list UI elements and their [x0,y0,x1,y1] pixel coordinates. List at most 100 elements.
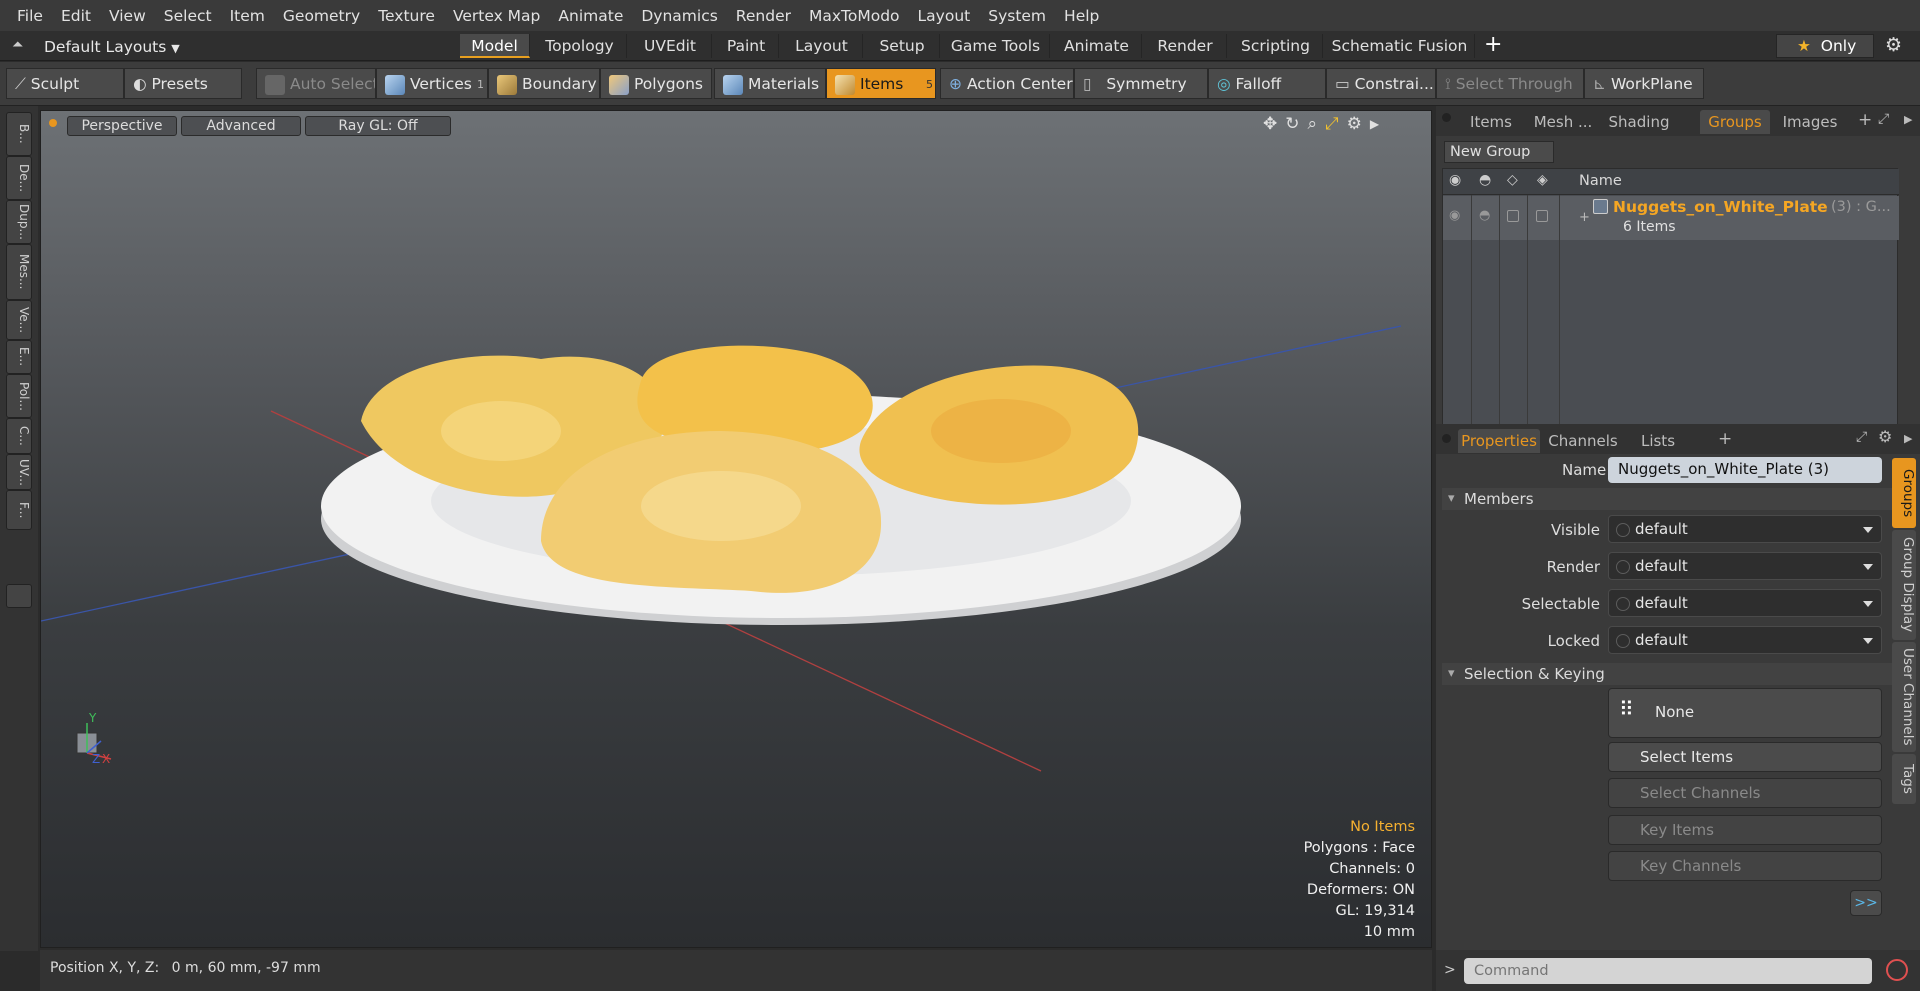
locked-dropdown[interactable]: default [1608,626,1882,654]
tab-groups[interactable]: Groups [1700,110,1770,134]
row-selectable-checkbox[interactable] [1507,210,1519,222]
selectable-dropdown[interactable]: default [1608,589,1882,617]
new-group-button[interactable]: New Group [1444,141,1554,163]
menu-help[interactable]: Help [1055,7,1108,25]
selectable-icon[interactable]: ◇ [1507,172,1518,188]
left-tab-10[interactable]: F... [6,490,32,530]
row-eye-icon[interactable]: ◉ [1449,208,1460,223]
none-preset-button[interactable]: ⠿ None [1608,688,1882,738]
add-tab-button[interactable]: + [1484,32,1502,57]
menu-file[interactable]: File [8,7,52,25]
side-tab-tags[interactable]: Tags [1892,754,1916,804]
members-section[interactable]: Members [1442,488,1898,510]
more-button[interactable]: >> [1850,890,1882,916]
left-tab-8[interactable]: C... [6,418,32,454]
left-tab-4[interactable]: Mes... [6,244,32,300]
tab-model[interactable]: Model [460,34,530,58]
falloff-button[interactable]: ◎ Falloff [1208,68,1326,99]
eye-icon[interactable]: ◉ [1449,172,1461,188]
lock-icon[interactable]: ◈ [1537,172,1548,188]
tab-setup[interactable]: Setup [865,34,940,58]
tab-schematic-fusion[interactable]: Schematic Fusion [1325,34,1475,58]
workplane-button[interactable]: ⊾ WorkPlane [1584,68,1704,99]
add-tab-icon[interactable]: + [1858,110,1872,130]
tab-game-tools[interactable]: Game Tools [942,34,1050,58]
layout-dropdown[interactable]: Default Layouts ▼ [44,36,180,58]
record-icon[interactable] [1886,959,1908,981]
menu-vertex-map[interactable]: Vertex Map [444,7,549,25]
sculpt-button[interactable]: ⟋ Sculpt [6,68,124,99]
menu-item[interactable]: Item [221,7,274,25]
constraints-button[interactable]: ▭ Constrai... [1326,68,1436,99]
menu-select[interactable]: Select [155,7,221,25]
tab-scripting[interactable]: Scripting [1229,34,1323,58]
prop-gear-icon[interactable]: ⚙ [1878,427,1892,446]
left-tab-7[interactable]: Pol... [6,374,32,418]
tab-images[interactable]: Images [1774,110,1846,134]
expand-icon[interactable]: ⤢ [1878,111,1889,127]
menu-edit[interactable]: Edit [52,7,100,25]
left-tab-3[interactable]: Dup... [6,200,32,244]
left-tab-2[interactable]: De... [6,156,32,200]
presets-button[interactable]: ◐ Presets [124,68,242,99]
menu-render[interactable]: Render [727,7,800,25]
select-through-button[interactable]: ⟟ Select Through [1436,68,1584,99]
side-tab-group-display[interactable]: Group Display [1892,530,1916,640]
only-toggle[interactable]: ★ Only [1776,34,1874,58]
left-tab-6[interactable]: E... [6,340,32,374]
row-render-icon[interactable]: ◓ [1479,208,1490,223]
tab-animate[interactable]: Animate [1052,34,1142,58]
menu-view[interactable]: View [100,7,155,25]
tab-properties[interactable]: Properties [1458,429,1540,453]
menu-maxtomodo[interactable]: MaxToModo [800,7,909,25]
tab-render[interactable]: Render [1144,34,1227,58]
collapse-arrow-icon[interactable]: ⏶ [12,37,23,53]
tab-lists[interactable]: Lists [1628,429,1688,453]
action-center-button[interactable]: ⊕ Action Center [940,68,1074,99]
name-field[interactable]: Nuggets_on_White_Plate (3) [1608,457,1882,483]
command-input[interactable] [1464,958,1872,984]
group-row[interactable]: ◉ ◓ + Nuggets_on_White_Plate (3) : G... … [1443,196,1899,240]
menu-layout[interactable]: Layout [909,7,980,25]
menu-system[interactable]: System [979,7,1055,25]
select-channels-button[interactable]: Select Channels [1608,778,1882,808]
auto-select-button[interactable]: Auto Select [256,68,376,99]
menu-geometry[interactable]: Geometry [274,7,369,25]
left-tab-1[interactable]: B... [6,112,32,156]
select-items-button[interactable]: Select Items [1608,742,1882,772]
polygons-button[interactable]: Polygons [600,68,712,99]
add-prop-tab-icon[interactable]: + [1718,429,1732,449]
row-lock-checkbox[interactable] [1536,210,1548,222]
side-tab-user-channels[interactable]: User Channels [1892,642,1916,752]
tab-layout[interactable]: Layout [781,34,863,58]
tab-menu-arrow-icon[interactable]: ▶ [1904,113,1912,126]
menu-dynamics[interactable]: Dynamics [632,7,726,25]
vertices-button[interactable]: Vertices 1 [376,68,488,99]
key-channels-button[interactable]: Key Channels [1608,851,1882,881]
menu-texture[interactable]: Texture [369,7,444,25]
prop-expand-icon[interactable]: ⤢ [1856,429,1867,445]
symmetry-button[interactable]: ▯ Symmetry [1074,68,1208,99]
items-button[interactable]: Items 5 [826,68,936,99]
left-tab-9[interactable]: UV... [6,454,32,490]
visible-dropdown[interactable]: default [1608,515,1882,543]
tab-topology[interactable]: Topology [533,34,627,58]
render-icon[interactable]: ◓ [1479,172,1491,188]
materials-button[interactable]: Materials [714,68,826,99]
boundary-button[interactable]: Boundary [488,68,600,99]
tab-mesh[interactable]: Mesh ... [1526,110,1600,134]
tab-shading[interactable]: Shading [1602,110,1676,134]
left-tab-collapse[interactable] [6,584,32,608]
expand-plus-icon[interactable]: + [1579,210,1590,225]
render-dropdown[interactable]: default [1608,552,1882,580]
tab-uvedit[interactable]: UVEdit [629,34,712,58]
tab-paint[interactable]: Paint [714,34,779,58]
gear-icon[interactable]: ⚙ [1885,34,1902,56]
3d-viewport[interactable]: Perspective Advanced Ray GL: Off ✥ ↻ ⌕ ⤢… [40,110,1432,948]
selection-keying-section[interactable]: Selection & Keying [1442,663,1898,685]
menu-animate[interactable]: Animate [549,7,632,25]
tab-channels[interactable]: Channels [1546,429,1620,453]
side-tab-groups[interactable]: Groups [1892,458,1916,528]
tab-items[interactable]: Items [1458,110,1524,134]
left-tab-5[interactable]: Ve... [6,300,32,340]
